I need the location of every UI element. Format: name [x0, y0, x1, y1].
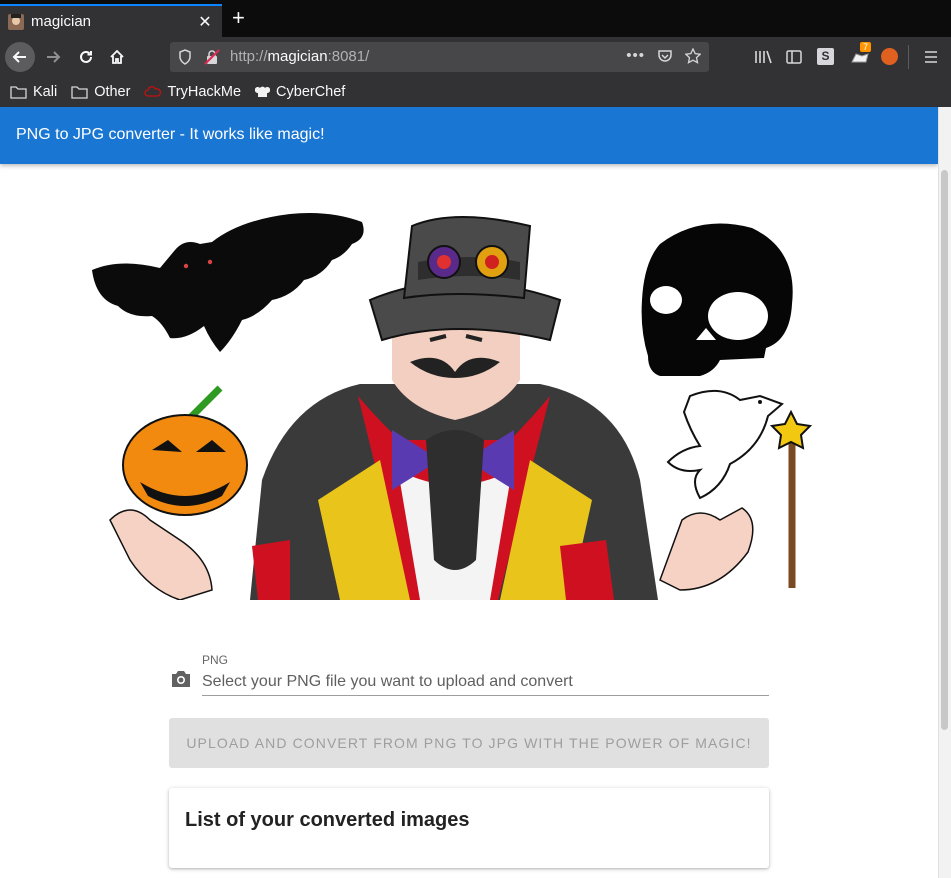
magic-wand-image — [769, 409, 813, 588]
back-arrow-icon[interactable] — [5, 42, 35, 72]
magician-favicon-icon — [8, 13, 24, 30]
tab-bar: magician ✕ + — [0, 0, 951, 37]
chef-hat-icon — [255, 86, 271, 97]
bookmark-tryhackme[interactable]: TryHackMe — [144, 84, 241, 100]
app-title: PNG to JPG converter - It works like mag… — [16, 126, 325, 143]
bookmarks-bar: Kali Other TryHackMe CyberChef — [0, 76, 951, 107]
bookmark-cyberchef[interactable]: CyberChef — [255, 84, 345, 100]
bookmark-label: TryHackMe — [167, 83, 242, 100]
tab-title: magician — [31, 13, 92, 30]
url-text[interactable]: http://magician:8081/ — [230, 48, 369, 65]
home-icon[interactable] — [102, 42, 132, 72]
url-suffix: :8081/ — [327, 48, 370, 65]
new-tab-plus-icon[interactable]: + — [232, 7, 245, 29]
converted-images-card: List of your converted images — [169, 788, 769, 868]
bat-image — [92, 213, 364, 352]
reload-icon[interactable] — [71, 42, 101, 72]
url-host: magician — [267, 48, 328, 65]
folder-icon — [10, 85, 27, 99]
bookmark-kali[interactable]: Kali — [10, 84, 57, 100]
pocket-icon[interactable] — [657, 48, 673, 64]
scrollbar-thumb[interactable] — [941, 170, 948, 730]
toolbar-divider — [908, 45, 909, 69]
navigation-bar: http://magician:8081/ ••• S 7 — [0, 37, 951, 76]
forward-arrow-icon[interactable] — [38, 42, 68, 72]
bookmark-star-icon[interactable] — [685, 47, 701, 64]
dove-image — [666, 389, 784, 500]
app-header: PNG to JPG converter - It works like mag… — [0, 107, 938, 164]
magician-illustration — [92, 213, 813, 600]
menu-icon[interactable] — [923, 49, 939, 65]
tryhackme-cloud-icon — [144, 85, 162, 97]
insecure-lock-icon[interactable] — [204, 49, 220, 65]
folder-icon — [71, 85, 88, 99]
library-icon[interactable] — [754, 49, 772, 65]
sidebar-icon[interactable] — [786, 49, 802, 65]
tab-magician[interactable]: magician ✕ — [0, 4, 222, 37]
extension-fox-icon[interactable]: 7 — [850, 42, 872, 66]
camera-icon — [172, 671, 190, 687]
bookmark-label: Kali — [33, 83, 58, 100]
page-actions-icon[interactable]: ••• — [626, 47, 645, 64]
shield-icon[interactable] — [178, 49, 192, 65]
skull-image — [641, 223, 793, 376]
extension-foxyproxy-icon[interactable] — [881, 48, 898, 65]
png-file-input[interactable] — [202, 668, 769, 696]
pumpkin-image — [122, 385, 248, 516]
png-field-label: PNG — [202, 653, 229, 667]
url-bar[interactable]: http://magician:8081/ ••• — [170, 42, 709, 72]
extension-s-icon[interactable]: S — [817, 48, 834, 65]
upload-convert-button[interactable]: UPLOAD AND CONVERT FROM PNG TO JPG WITH … — [169, 718, 769, 768]
url-prefix: http:// — [230, 48, 268, 65]
bookmark-label: Other — [94, 83, 131, 100]
notification-badge: 7 — [860, 42, 872, 52]
converted-images-title: List of your converted images — [185, 809, 470, 831]
close-tab-icon[interactable]: ✕ — [196, 12, 214, 32]
bookmark-other[interactable]: Other — [71, 84, 130, 100]
bookmark-label: CyberChef — [276, 83, 346, 100]
